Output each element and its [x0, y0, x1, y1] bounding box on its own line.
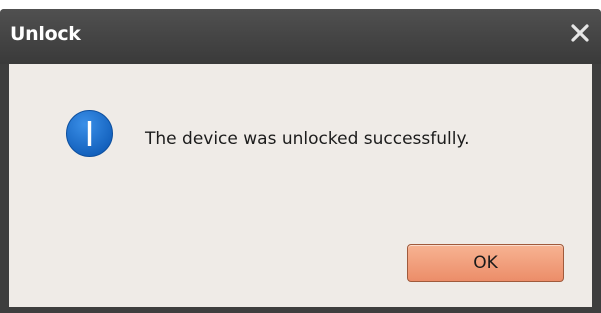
info-icon — [65, 109, 114, 158]
close-icon[interactable] — [569, 22, 591, 44]
status-message: The device was unlocked successfully. — [145, 129, 470, 149]
unlock-dialog: Unlock The device was unlocked successfu… — [0, 9, 601, 313]
dialog-content: The device was unlocked successfully. OK — [9, 64, 592, 307]
title-bar[interactable]: Unlock — [0, 9, 601, 64]
ok-button[interactable]: OK — [407, 244, 564, 282]
dialog-title: Unlock — [10, 23, 81, 45]
